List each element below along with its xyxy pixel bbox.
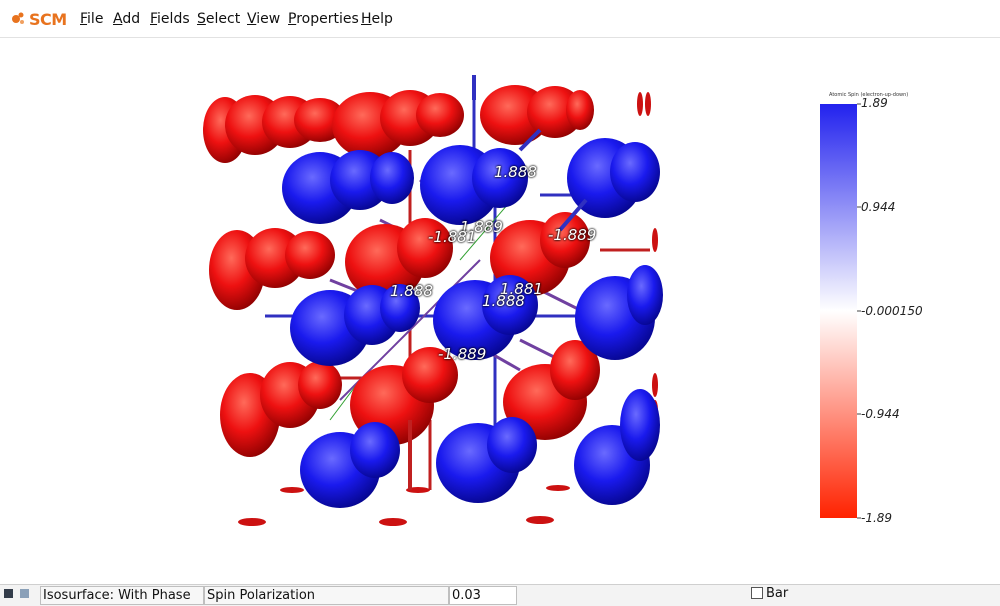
colorbar-gradient — [820, 104, 857, 518]
colorbar-label-max: 1.89 — [861, 96, 888, 110]
menu-help[interactable]: Help — [361, 11, 393, 27]
bar-checkbox-label: Bar — [766, 586, 789, 601]
menu-view[interactable]: View — [247, 11, 280, 27]
atom-label: -1.889 — [548, 226, 597, 244]
menu-properties[interactable]: Properties — [288, 11, 359, 27]
logo-text: SCM — [29, 9, 67, 29]
colorbar-label-min: -1.89 — [861, 511, 893, 525]
spin-up-isosurfaces — [282, 138, 663, 508]
menu-bar: SCM File Add Fields Select View Properti… — [0, 0, 1000, 38]
menu-add[interactable]: Add — [113, 11, 140, 27]
atom-label: -1.881 — [428, 228, 477, 246]
atom-label: -1.889 — [438, 345, 487, 363]
menu-select[interactable]: Select — [197, 11, 240, 27]
panel-toggle-icon-2[interactable] — [20, 589, 29, 598]
colorbar-label: -0.944 — [861, 407, 900, 421]
molecule-viewport[interactable]: 1.888 1.889 -1.881 -1.889 1.888 1.881 1.… — [0, 38, 1000, 584]
spin-density-scene[interactable] — [0, 38, 1000, 584]
colorbar-label: 0.944 — [861, 200, 896, 214]
scm-logo-icon — [12, 12, 24, 24]
property-dropdown[interactable]: Spin Polarization — [204, 586, 449, 605]
isovalue-input[interactable]: 0.03 — [449, 586, 517, 605]
atom-label: 1.888 — [482, 292, 525, 310]
bar-checkbox[interactable] — [751, 587, 763, 599]
colorbar-label-mid: -0.000150 — [861, 304, 923, 318]
menu-fields[interactable]: Fields — [150, 11, 190, 27]
menu-file[interactable]: File — [80, 11, 103, 27]
panel-toggle-icon[interactable] — [4, 589, 13, 598]
atom-label: 1.888 — [494, 163, 537, 181]
field-type-dropdown[interactable]: Isosurface: With Phase — [40, 586, 204, 605]
atom-label: 1.888 — [390, 282, 433, 300]
colorbar — [820, 103, 861, 519]
scm-logo[interactable]: SCM — [11, 9, 67, 29]
